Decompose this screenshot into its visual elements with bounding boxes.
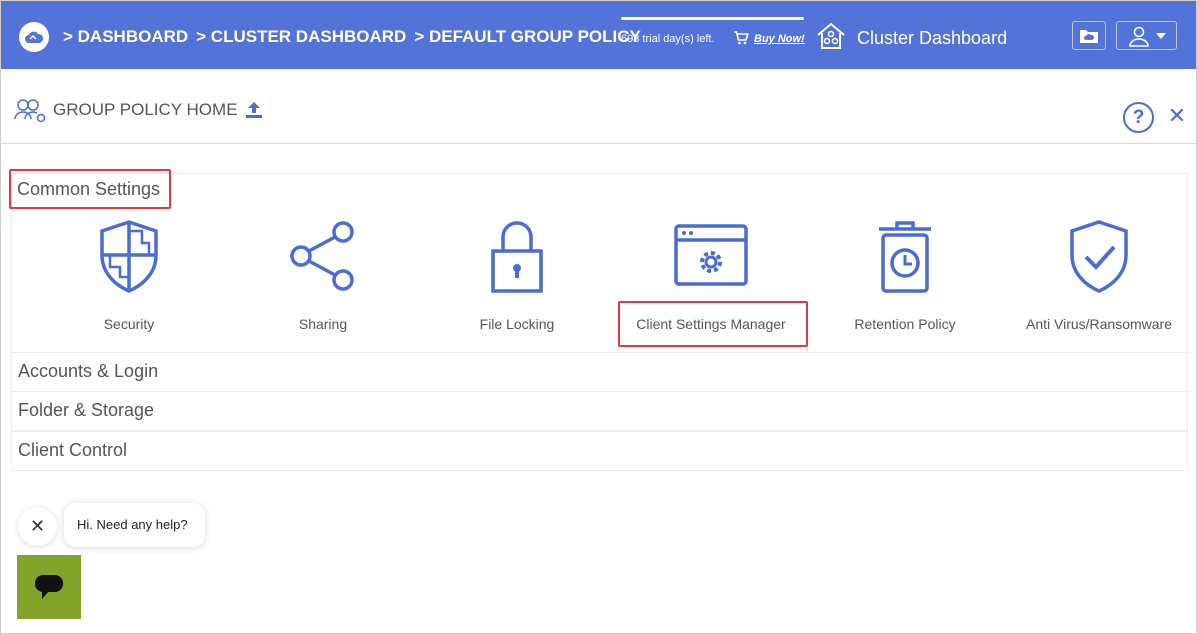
cluster-dashboard-title: Cluster Dashboard [857,28,1008,48]
trial-progress-bar [621,17,804,20]
tile-sharing[interactable]: Sharing [226,215,420,335]
user-menu-button[interactable] [1116,21,1177,50]
close-button[interactable]: ✕ [1167,104,1187,128]
trial-days-text: 693 trial day(s) left. [621,33,715,45]
window-gear-icon [674,224,748,286]
upload-icon[interactable] [244,101,264,119]
top-bar: > DASHBOARD > CLUSTER DASHBOARD > DEFAUL… [1,1,1196,69]
tile-label-security: Security [103,316,155,332]
breadcrumb-dashboard[interactable]: > DASHBOARD [63,27,188,47]
client-settings-highlight [618,301,808,347]
shield-check-icon [1070,220,1128,293]
trash-clock-icon [879,221,931,293]
share-icon [290,221,354,291]
tile-label-retention-policy: Retention Policy [854,316,956,332]
tile-label-file-locking: File Locking [479,316,555,332]
section-label: Accounts & Login [18,361,159,381]
tile-retention-policy[interactable]: Retention Policy [808,215,1002,335]
breadcrumb-default-group-policy[interactable]: > DEFAULT GROUP POLICY [414,27,641,47]
chat-launcher-button[interactable] [17,555,81,619]
tile-label-anti-virus: Anti Virus/Ransomware [1025,316,1173,332]
buy-now-link[interactable]: Buy Now! [754,33,805,45]
tile-security[interactable]: Security [32,215,226,335]
user-icon [1128,26,1149,47]
cart-icon[interactable] [733,31,749,45]
section-client-control[interactable]: Client Control [11,431,1188,471]
folder-cloud-icon [1080,29,1098,43]
shield-icon [100,220,158,293]
folder-button[interactable] [1072,21,1106,50]
section-folder-storage[interactable]: Folder & Storage [11,391,1188,431]
cloud-logo-icon[interactable] [19,22,49,52]
help-button[interactable]: ? [1123,102,1154,133]
section-label: Client Control [18,440,128,460]
page-title: GROUP POLICY HOME [53,100,238,119]
section-label: Folder & Storage [18,400,155,420]
cluster-house-icon [817,22,845,49]
chat-message-bubble[interactable]: Hi. Need any help? [64,503,205,547]
trial-status: 693 trial day(s) left. Buy Now! [621,17,805,53]
caret-down-icon [1155,32,1166,39]
section-accounts-login[interactable]: Accounts & Login [11,352,1188,392]
group-policy-header: GROUP POLICY HOME [13,97,264,123]
chat-bubble-icon [35,575,63,599]
chat-close-button[interactable]: ✕ [18,507,57,546]
tile-file-locking[interactable]: File Locking [420,215,614,335]
breadcrumb-cluster-dashboard[interactable]: > CLUSTER DASHBOARD [196,27,406,47]
tile-label-sharing: Sharing [298,316,348,332]
divider [1,143,1196,144]
breadcrumb: > DASHBOARD > CLUSTER DASHBOARD > DEFAUL… [63,27,641,47]
group-users-icon [14,99,46,123]
tile-anti-virus[interactable]: Anti Virus/Ransomware [1002,215,1196,335]
common-settings-highlight [9,169,171,209]
lock-icon [491,221,543,293]
